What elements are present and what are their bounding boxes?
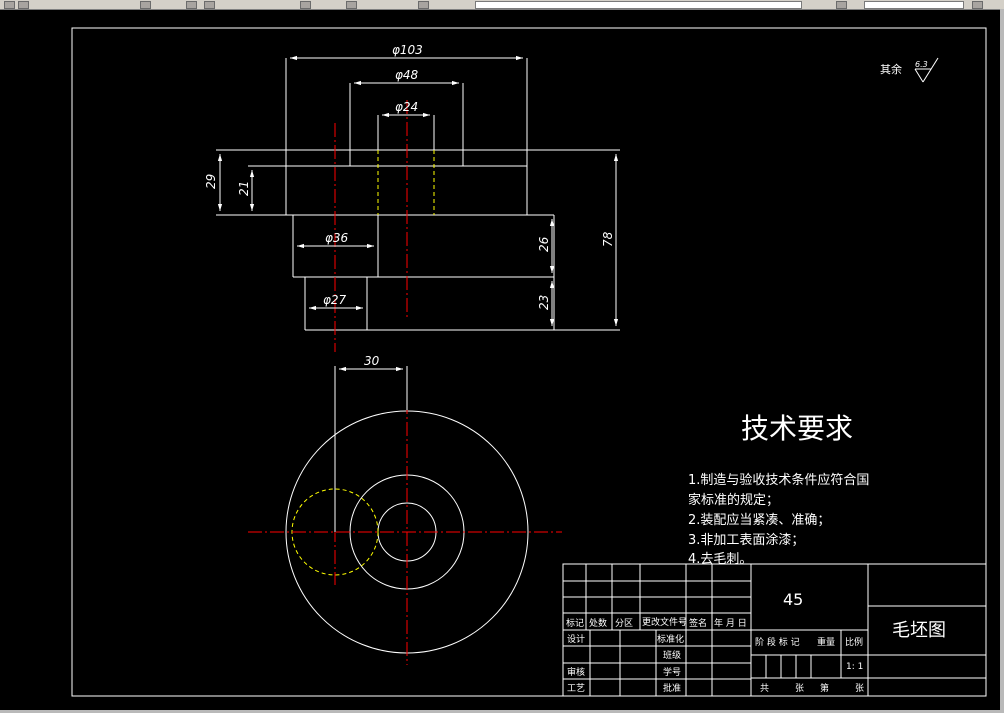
requirements-title: 技术要求 (741, 412, 853, 445)
header-cell: 标记 (566, 617, 584, 629)
drawing-name: 毛坯图 (892, 620, 946, 641)
dim-dia-27: φ27 (323, 293, 347, 307)
dim-height-29: 29 (204, 174, 218, 189)
requirement-line: 2.装配应当紧凑、准确； (688, 512, 830, 528)
label-process: 工艺 (567, 683, 585, 694)
toolbar-icon[interactable] (4, 1, 15, 9)
toolbar-icon[interactable] (186, 1, 197, 9)
top-centerlines (248, 400, 562, 665)
label-student-id: 学号 (663, 666, 681, 678)
requirement-line: 3.非加工表面涂漆； (688, 532, 804, 548)
requirement-line: 1.制造与验收技术条件应符合国 (688, 472, 869, 488)
toolbar-icon[interactable] (300, 1, 311, 9)
linetype-dropdown[interactable] (864, 1, 964, 9)
toolbar-icon[interactable] (204, 1, 215, 9)
toolbar-icon[interactable] (836, 1, 847, 9)
label-stage: 阶 段 标 记 (755, 636, 800, 648)
sheet-label: 张 (855, 683, 864, 694)
dim-dia-103: φ103 (392, 43, 423, 57)
dim-dia-36: φ36 (325, 231, 349, 245)
hidden-lines (377, 150, 435, 215)
label-design: 设计 (567, 633, 585, 645)
header-cell: 更改文件号 (642, 616, 687, 628)
toolbar-icon[interactable] (140, 1, 151, 9)
header-cell: 年 月 日 (714, 617, 747, 629)
roughness-label: 其余 (880, 62, 902, 76)
header-cell: 处数 (589, 617, 607, 629)
toolbar-icon[interactable] (346, 1, 357, 9)
dim-height-78: 78 (601, 231, 615, 247)
label-class: 班级 (663, 649, 681, 661)
toolbar-icon[interactable] (972, 1, 983, 9)
label-review: 审核 (567, 666, 585, 678)
scale-value: 1: 1 (846, 662, 863, 672)
toolbar-icon[interactable] (18, 1, 29, 9)
label-approve: 批准 (663, 682, 681, 694)
requirements-list: 1.制造与验收技术条件应符合国 家标准的规定； 2.装配应当紧凑、准确； 3.非… (688, 472, 869, 567)
dim-height-26: 26 (537, 236, 551, 252)
header-cell: 签名 (689, 617, 707, 629)
drawing-border (71, 27, 987, 697)
drawing-canvas[interactable]: φ103 φ48 φ24 φ36 φ27 29 21 26 23 78 30 其… (0, 9, 1004, 713)
layer-dropdown[interactable] (475, 1, 802, 9)
sheet-label: 张 (795, 683, 804, 694)
front-centerlines (334, 100, 408, 352)
sheet-label: 第 (820, 682, 829, 694)
dim-dia-48: φ48 (395, 68, 419, 82)
toolbar-icon[interactable] (418, 1, 429, 9)
front-dimensions (216, 55, 620, 331)
dim-height-23: 23 (537, 295, 551, 310)
roughness-value: 6.3 (915, 60, 928, 69)
requirement-line: 4.去毛刺。 (688, 552, 752, 567)
label-weight: 重量 (817, 636, 835, 648)
dim-height-21: 21 (237, 181, 251, 196)
requirement-line: 家标准的规定； (688, 492, 779, 508)
dim-dia-24: φ24 (395, 100, 418, 114)
label-standardization: 标准化 (657, 633, 684, 645)
top-dimensions (334, 366, 408, 532)
dim-offset-30: 30 (364, 354, 380, 368)
material-value: 45 (783, 590, 803, 609)
label-scale: 比例 (845, 636, 863, 648)
sheet-label: 共 (760, 683, 769, 694)
header-cell: 分区 (615, 618, 633, 629)
window-right-edge (1000, 9, 1004, 713)
